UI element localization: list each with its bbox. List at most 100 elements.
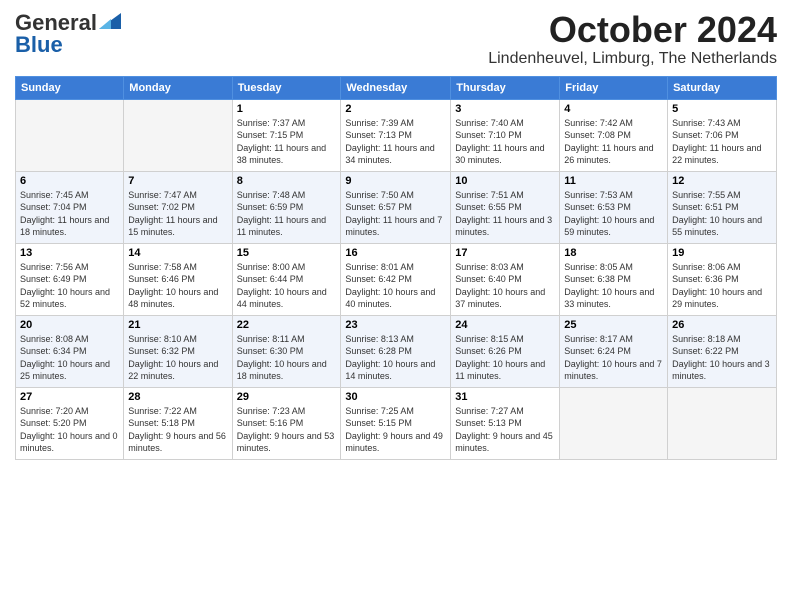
day-number: 6 xyxy=(20,175,119,187)
day-number: 2 xyxy=(345,103,446,115)
day-info: Sunrise: 8:06 AM Sunset: 6:36 PM Dayligh… xyxy=(672,261,772,311)
calendar-cell: 26 Sunrise: 8:18 AM Sunset: 6:22 PM Dayli… xyxy=(668,315,777,387)
day-number: 11 xyxy=(564,175,663,187)
day-number: 4 xyxy=(564,103,663,115)
page: General Blue October 2024 Lindenheuvel, … xyxy=(0,0,792,612)
day-info: Sunrise: 7:37 AM Sunset: 7:15 PM Dayligh… xyxy=(237,117,337,167)
calendar-cell xyxy=(668,387,777,459)
day-info: Sunrise: 8:17 AM Sunset: 6:24 PM Dayligh… xyxy=(564,333,663,383)
calendar-cell: 16Sunrise: 8:01 AM Sunset: 6:42 PM Dayli… xyxy=(341,243,451,315)
weekday-header: Tuesday xyxy=(232,76,341,99)
day-number: 9 xyxy=(345,175,446,187)
day-number: 26 xyxy=(672,319,772,331)
calendar-cell: 31Sunrise: 7:27 AM Sunset: 5:13 PM Dayli… xyxy=(451,387,560,459)
calendar-cell: 9 Sunrise: 7:50 AM Sunset: 6:57 PM Daylig… xyxy=(341,171,451,243)
weekday-header: Wednesday xyxy=(341,76,451,99)
day-number: 8 xyxy=(237,175,337,187)
day-number: 21 xyxy=(128,319,227,331)
day-info: Sunrise: 7:53 AM Sunset: 6:53 PM Dayligh… xyxy=(564,189,663,239)
calendar-cell: 10 Sunrise: 7:51 AM Sunset: 6:55 PM Dayli… xyxy=(451,171,560,243)
calendar-week-row: 6 Sunrise: 7:45 AM Sunset: 7:04 PM Daylig… xyxy=(16,171,777,243)
calendar-cell xyxy=(560,387,668,459)
logo-icon xyxy=(99,13,121,29)
calendar-cell: 6 Sunrise: 7:45 AM Sunset: 7:04 PM Daylig… xyxy=(16,171,124,243)
weekday-header: Saturday xyxy=(668,76,777,99)
day-number: 14 xyxy=(128,247,227,259)
title-block: October 2024 Lindenheuvel, Limburg, The … xyxy=(488,10,777,68)
day-number: 3 xyxy=(455,103,555,115)
day-info: Sunrise: 8:18 AM Sunset: 6:22 PM Dayligh… xyxy=(672,333,772,383)
day-number: 30 xyxy=(345,391,446,403)
day-info: Sunrise: 7:25 AM Sunset: 5:15 PM Dayligh… xyxy=(345,405,446,455)
calendar-cell: 23 Sunrise: 8:13 AM Sunset: 6:28 PM Dayli… xyxy=(341,315,451,387)
calendar-week-row: 1 Sunrise: 7:37 AM Sunset: 7:15 PM Daylig… xyxy=(16,99,777,171)
day-number: 23 xyxy=(345,319,446,331)
day-info: Sunrise: 7:43 AM Sunset: 7:06 PM Dayligh… xyxy=(672,117,772,167)
day-number: 12 xyxy=(672,175,772,187)
calendar-cell: 24Sunrise: 8:15 AM Sunset: 6:26 PM Dayli… xyxy=(451,315,560,387)
day-info: Sunrise: 7:48 AM Sunset: 6:59 PM Dayligh… xyxy=(237,189,337,239)
calendar-cell: 20 Sunrise: 8:08 AM Sunset: 6:34 PM Dayli… xyxy=(16,315,124,387)
day-info: Sunrise: 8:03 AM Sunset: 6:40 PM Dayligh… xyxy=(455,261,555,311)
day-info: Sunrise: 7:47 AM Sunset: 7:02 PM Dayligh… xyxy=(128,189,227,239)
calendar-cell: 5 Sunrise: 7:43 AM Sunset: 7:06 PM Daylig… xyxy=(668,99,777,171)
day-info: Sunrise: 8:13 AM Sunset: 6:28 PM Dayligh… xyxy=(345,333,446,383)
day-number: 20 xyxy=(20,319,119,331)
weekday-header: Sunday xyxy=(16,76,124,99)
day-info: Sunrise: 7:22 AM Sunset: 5:18 PM Dayligh… xyxy=(128,405,227,455)
calendar-cell: 7 Sunrise: 7:47 AM Sunset: 7:02 PM Daylig… xyxy=(124,171,232,243)
month-title: October 2024 xyxy=(488,10,777,50)
weekday-header: Monday xyxy=(124,76,232,99)
day-info: Sunrise: 8:08 AM Sunset: 6:34 PM Dayligh… xyxy=(20,333,119,383)
day-number: 18 xyxy=(564,247,663,259)
day-info: Sunrise: 7:58 AM Sunset: 6:46 PM Dayligh… xyxy=(128,261,227,311)
calendar-cell: 14 Sunrise: 7:58 AM Sunset: 6:46 PM Dayli… xyxy=(124,243,232,315)
calendar-cell: 13 Sunrise: 7:56 AM Sunset: 6:49 PM Dayli… xyxy=(16,243,124,315)
day-info: Sunrise: 8:11 AM Sunset: 6:30 PM Dayligh… xyxy=(237,333,337,383)
day-info: Sunrise: 7:56 AM Sunset: 6:49 PM Dayligh… xyxy=(20,261,119,311)
calendar-cell: 28 Sunrise: 7:22 AM Sunset: 5:18 PM Dayli… xyxy=(124,387,232,459)
weekday-header: Friday xyxy=(560,76,668,99)
calendar: SundayMondayTuesdayWednesdayThursdayFrid… xyxy=(15,76,777,460)
day-info: Sunrise: 8:00 AM Sunset: 6:44 PM Dayligh… xyxy=(237,261,337,311)
calendar-cell: 22Sunrise: 8:11 AM Sunset: 6:30 PM Dayli… xyxy=(232,315,341,387)
day-info: Sunrise: 7:51 AM Sunset: 6:55 PM Dayligh… xyxy=(455,189,555,239)
calendar-cell: 21 Sunrise: 8:10 AM Sunset: 6:32 PM Dayli… xyxy=(124,315,232,387)
day-info: Sunrise: 7:50 AM Sunset: 6:57 PM Dayligh… xyxy=(345,189,446,239)
calendar-cell: 30 Sunrise: 7:25 AM Sunset: 5:15 PM Dayli… xyxy=(341,387,451,459)
calendar-cell: 4 Sunrise: 7:42 AM Sunset: 7:08 PM Daylig… xyxy=(560,99,668,171)
day-info: Sunrise: 8:10 AM Sunset: 6:32 PM Dayligh… xyxy=(128,333,227,383)
day-info: Sunrise: 7:45 AM Sunset: 7:04 PM Dayligh… xyxy=(20,189,119,239)
day-number: 29 xyxy=(237,391,337,403)
day-number: 1 xyxy=(237,103,337,115)
logo: General Blue xyxy=(15,10,121,58)
day-number: 13 xyxy=(20,247,119,259)
day-info: Sunrise: 7:20 AM Sunset: 5:20 PM Dayligh… xyxy=(20,405,119,455)
calendar-cell: 1 Sunrise: 7:37 AM Sunset: 7:15 PM Daylig… xyxy=(232,99,341,171)
weekday-header-row: SundayMondayTuesdayWednesdayThursdayFrid… xyxy=(16,76,777,99)
day-info: Sunrise: 8:05 AM Sunset: 6:38 PM Dayligh… xyxy=(564,261,663,311)
day-number: 19 xyxy=(672,247,772,259)
calendar-cell: 18 Sunrise: 8:05 AM Sunset: 6:38 PM Dayli… xyxy=(560,243,668,315)
day-number: 25 xyxy=(564,319,663,331)
day-info: Sunrise: 8:15 AM Sunset: 6:26 PM Dayligh… xyxy=(455,333,555,383)
calendar-cell: 27Sunrise: 7:20 AM Sunset: 5:20 PM Dayli… xyxy=(16,387,124,459)
calendar-cell: 2 Sunrise: 7:39 AM Sunset: 7:13 PM Daylig… xyxy=(341,99,451,171)
day-info: Sunrise: 7:42 AM Sunset: 7:08 PM Dayligh… xyxy=(564,117,663,167)
day-number: 10 xyxy=(455,175,555,187)
calendar-cell: 8 Sunrise: 7:48 AM Sunset: 6:59 PM Daylig… xyxy=(232,171,341,243)
day-number: 5 xyxy=(672,103,772,115)
calendar-week-row: 27Sunrise: 7:20 AM Sunset: 5:20 PM Dayli… xyxy=(16,387,777,459)
calendar-week-row: 20 Sunrise: 8:08 AM Sunset: 6:34 PM Dayli… xyxy=(16,315,777,387)
weekday-header: Thursday xyxy=(451,76,560,99)
calendar-week-row: 13 Sunrise: 7:56 AM Sunset: 6:49 PM Dayli… xyxy=(16,243,777,315)
day-number: 31 xyxy=(455,391,555,403)
day-number: 15 xyxy=(237,247,337,259)
day-number: 7 xyxy=(128,175,227,187)
day-info: Sunrise: 8:01 AM Sunset: 6:42 PM Dayligh… xyxy=(345,261,446,311)
day-info: Sunrise: 7:23 AM Sunset: 5:16 PM Dayligh… xyxy=(237,405,337,455)
calendar-cell: 25 Sunrise: 8:17 AM Sunset: 6:24 PM Dayli… xyxy=(560,315,668,387)
header: General Blue October 2024 Lindenheuvel, … xyxy=(15,10,777,68)
day-info: Sunrise: 7:39 AM Sunset: 7:13 PM Dayligh… xyxy=(345,117,446,167)
day-number: 28 xyxy=(128,391,227,403)
